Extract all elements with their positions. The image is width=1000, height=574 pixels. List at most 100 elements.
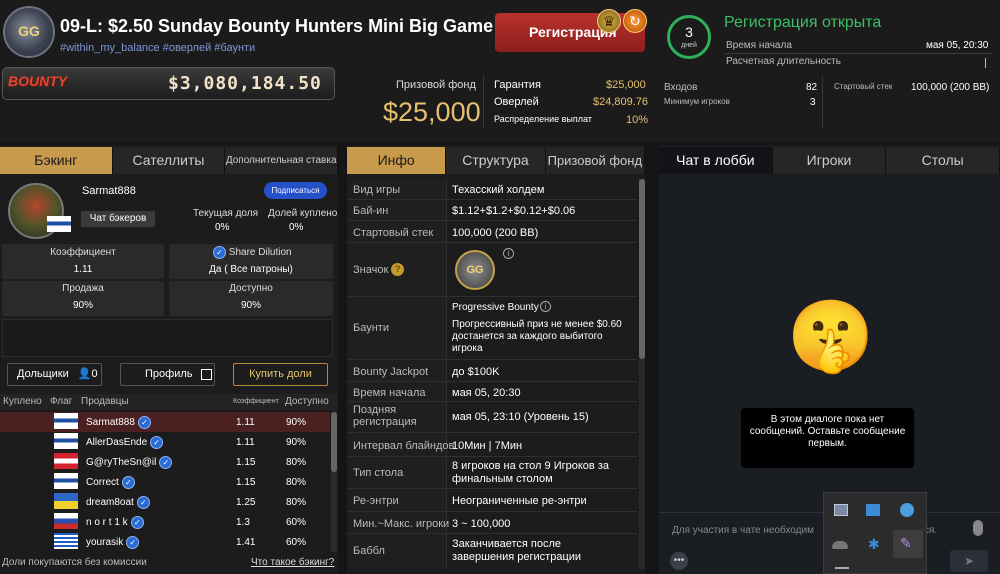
tab-backing[interactable]: Бэкинг: [0, 147, 113, 174]
table-row[interactable]: AllerDasEnde ✓ 1.11 90%: [0, 432, 330, 452]
cloud-icon[interactable]: [832, 541, 848, 549]
shareholders-button[interactable]: Дольщики 👤0: [7, 363, 102, 386]
est-duration-label: Расчетная длительность: [726, 56, 841, 67]
prize-pool-value: $25,000: [383, 97, 481, 127]
coefficient-label: Коэффициент: [50, 247, 116, 258]
verified-icon: ✓: [150, 435, 164, 449]
scrollbar[interactable]: [639, 179, 645, 569]
scrollbar[interactable]: [331, 412, 337, 552]
col-flag[interactable]: Флаг: [50, 396, 72, 407]
info-row: Бай-ин $1.12+$1.2+$0.12+$0.06: [347, 200, 637, 221]
col-sellers[interactable]: Продавцы: [81, 396, 129, 407]
tray-icon[interactable]: [835, 567, 849, 574]
table-row[interactable]: yourasik ✓ 1.41 60%: [0, 532, 330, 552]
ggpoker-logo: GG: [3, 6, 55, 58]
table-row[interactable]: dream8oat ✓ 1.25 80%: [0, 492, 330, 512]
subscribe-button[interactable]: Подписаться: [264, 182, 327, 199]
tab-structure[interactable]: Структура: [446, 147, 546, 174]
feather-icon[interactable]: ✎: [900, 535, 912, 552]
table-row[interactable]: Sarmat888 ✓ 1.11 90%: [0, 412, 330, 432]
header-divider: [822, 76, 823, 128]
external-link-icon: [200, 368, 212, 380]
backer-username: Sarmat888: [82, 185, 136, 197]
info-row: Стартовый стек 100,000 (200 BB): [347, 221, 637, 243]
scrollbar-thumb[interactable]: [639, 179, 645, 359]
coefficient-value: 1.11: [73, 264, 93, 275]
bluetooth-icon[interactable]: ✱: [868, 536, 880, 553]
buy-shares-button[interactable]: Купить доли: [233, 363, 328, 386]
start-time-value: мая 05, 20:30: [926, 40, 989, 51]
flag-icon: [54, 512, 78, 529]
bounty-jackpot-amount: $3,080,184.50: [168, 73, 322, 94]
tab-info[interactable]: Инфо: [347, 147, 447, 174]
shush-emoji-icon: 🤫: [787, 297, 875, 375]
shares-bought-label: Долей куплено: [268, 208, 338, 219]
sale-label: Продажа: [62, 283, 104, 294]
verified-icon: ✓: [130, 515, 144, 529]
backer-note-area: [2, 319, 333, 357]
tournament-title: 09-L: $2.50 Sunday Bounty Hunters Mini B…: [60, 16, 494, 36]
info-row: Интервал блайндов 10Мин | 7Мин: [347, 433, 637, 457]
info-icon[interactable]: i: [503, 248, 514, 259]
start-time-label: Время начала: [726, 40, 792, 51]
available-value: 90%: [240, 300, 261, 311]
scrollbar-thumb[interactable]: [331, 412, 337, 472]
flag-icon: [54, 432, 78, 449]
profile-button[interactable]: Профиль: [120, 363, 215, 386]
divider: [724, 53, 992, 54]
col-bought[interactable]: Куплено: [3, 396, 42, 407]
verified-icon: ✓: [159, 455, 173, 469]
tab-side-bet[interactable]: Дополнительная ставка: [225, 147, 339, 174]
send-button[interactable]: ➤: [950, 550, 988, 572]
col-coefficient[interactable]: Коэффициент: [233, 398, 279, 405]
drive-icon[interactable]: [866, 504, 880, 516]
shares-bought-value: 0%: [289, 222, 304, 233]
tab-lobby-chat[interactable]: Чат в лобби: [659, 147, 773, 174]
tab-prize-pool[interactable]: Призовой фонд: [545, 147, 645, 174]
prize-pool-label: Призовой фонд: [396, 79, 476, 91]
overlay-value: $24,809.76: [593, 96, 649, 108]
entries-value: 82: [806, 82, 818, 93]
min-players-value: 3: [810, 97, 816, 108]
header-divider: [483, 76, 484, 128]
verified-icon: ✓: [137, 415, 151, 429]
starting-stack-value: 100,000 (200 BB): [911, 82, 990, 93]
tournament-tags[interactable]: #within_my_balance #оверлей #баунти: [60, 42, 255, 54]
min-players-label: Минимум игроков: [664, 97, 730, 106]
tab-players[interactable]: Игроки: [772, 147, 887, 174]
chat-tabs: Чат в лобби Игроки Столы: [659, 147, 1000, 174]
monitor-icon[interactable]: [834, 504, 848, 516]
microphone-icon[interactable]: [973, 520, 983, 536]
what-is-backing-link[interactable]: Что такое бэкинг?: [251, 557, 334, 568]
info-row: Поздняя регистрация мая 05, 23:10 (Уровен…: [347, 402, 637, 433]
verified-icon: ✓: [126, 535, 140, 549]
sale-value: 90%: [72, 300, 93, 311]
table-row[interactable]: G@ryTheSn@il ✓ 1.15 80%: [0, 452, 330, 472]
share-dilution-label: ✓ Share Dilution: [210, 246, 292, 259]
tab-satellites[interactable]: Сателлиты: [112, 147, 226, 174]
col-available[interactable]: Доступно: [285, 396, 329, 407]
tab-tables[interactable]: Столы: [886, 147, 1000, 174]
available-label: Доступно: [229, 283, 273, 294]
chat-input[interactable]: Для участия в чате необходим: [672, 525, 814, 536]
gg-badge-icon: GG: [455, 250, 495, 290]
info-icon[interactable]: i: [540, 301, 551, 312]
emoji-picker-icon[interactable]: •••: [670, 552, 688, 570]
table-row[interactable]: Correct ✓ 1.15 80%: [0, 472, 330, 492]
info-row: Значок? GG i: [347, 243, 637, 297]
info-row: Вид игры Техасский холдем: [347, 179, 637, 200]
info-row: Баббл Заканчивается после завершения реги…: [347, 534, 637, 569]
globe-icon[interactable]: [900, 503, 914, 517]
trophy-icon: ♛: [597, 9, 621, 33]
coin-icon: ?: [391, 263, 404, 276]
starting-stack-label: Стартовый стек: [834, 82, 893, 91]
table-row[interactable]: n o r t 1 k ✓ 1.3 60%: [0, 512, 330, 532]
sellers-list: Sarmat888 ✓ 1.11 90% AllerDasEnde ✓ 1.11 90% G…: [0, 412, 330, 552]
verified-icon: ✓: [213, 246, 226, 259]
current-share-value: 0%: [215, 222, 230, 233]
chat-backers-button[interactable]: Чат бэкеров: [81, 211, 155, 227]
info-row: Тип стола 8 игроков на стол 9 Игроков за …: [347, 457, 637, 489]
guarantee-value: $25,000: [606, 79, 646, 91]
flag-icon: [54, 492, 78, 509]
flag-icon: [54, 472, 78, 489]
